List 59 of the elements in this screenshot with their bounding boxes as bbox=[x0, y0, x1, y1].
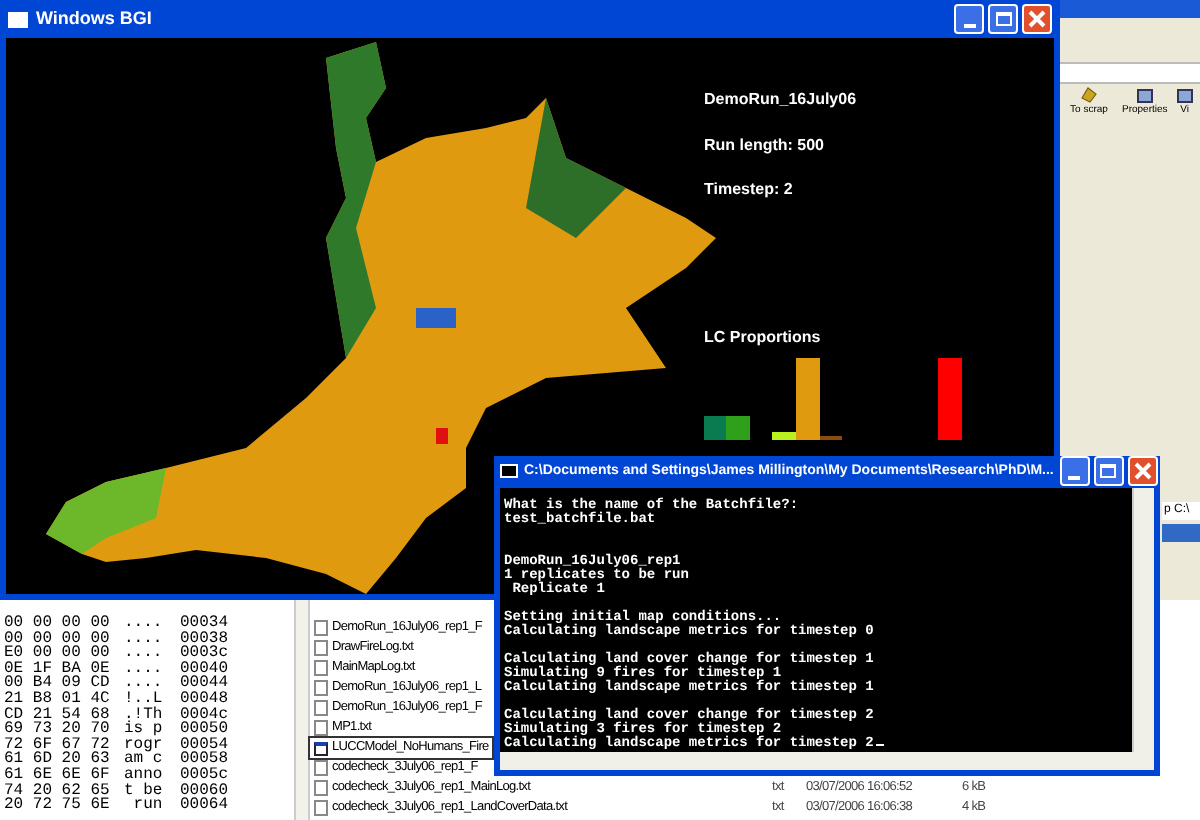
hex-offset: 00040 bbox=[180, 661, 229, 677]
hex-ascii: am c bbox=[124, 752, 165, 768]
hex-offset: 00050 bbox=[180, 722, 229, 738]
maximize-button[interactable] bbox=[1093, 456, 1124, 487]
hex-offset: 0003c bbox=[180, 646, 229, 662]
text-cursor bbox=[875, 743, 884, 746]
hex-offset: 00064 bbox=[180, 798, 229, 814]
timestep: Timestep: 2 bbox=[704, 178, 793, 202]
hex-ascii: is p bbox=[124, 722, 165, 738]
properties-icon bbox=[1175, 86, 1194, 104]
scrollbar[interactable] bbox=[1132, 487, 1154, 752]
hex-ascii: .... bbox=[124, 616, 165, 632]
hex-ascii: !..L bbox=[124, 691, 165, 708]
hex-bytes: 00 00 00 00 bbox=[4, 616, 112, 632]
chart-title: LC Proportions bbox=[704, 326, 821, 350]
hex-bytes: CD 21 54 68 bbox=[4, 707, 112, 723]
hex-bytes: 61 6D 20 63 bbox=[4, 752, 112, 768]
hex-bytes: 00 00 00 00 bbox=[4, 631, 112, 647]
close-button[interactable] bbox=[1127, 456, 1158, 487]
hex-bytes: E0 00 00 00 bbox=[4, 646, 112, 662]
hex-ascii: .... bbox=[124, 661, 165, 677]
close-button[interactable] bbox=[1022, 4, 1052, 34]
hex-ascii: rogr bbox=[124, 737, 165, 753]
maximize-button[interactable] bbox=[988, 4, 1018, 34]
hex-bytes: 0E 1F BA 0E bbox=[4, 661, 112, 677]
hex-bytes: 20 72 75 6E bbox=[4, 798, 112, 814]
window-icon bbox=[8, 11, 28, 27]
hex-bytes: 00 B4 09 CD bbox=[4, 676, 112, 692]
hex-bytes: 72 6F 67 72 bbox=[4, 737, 112, 753]
selection-bar bbox=[1162, 524, 1200, 542]
bar-drawing bbox=[938, 358, 962, 440]
window-title: Windows BGI bbox=[36, 5, 154, 32]
minimize-button[interactable] bbox=[1059, 456, 1090, 487]
hex-offset: 00058 bbox=[180, 752, 229, 768]
hex-offset: 00044 bbox=[180, 676, 229, 692]
run-length: Run length: 500 bbox=[704, 134, 825, 158]
hex-bytes: 69 73 20 70 bbox=[4, 722, 112, 738]
hex-offset: 00060 bbox=[180, 783, 229, 799]
hex-offset: 00048 bbox=[180, 691, 229, 708]
properties-icon bbox=[1135, 86, 1154, 104]
hex-offset: 00054 bbox=[180, 737, 229, 753]
scrollbar[interactable] bbox=[294, 600, 310, 820]
hex-ascii: .... bbox=[124, 631, 165, 647]
hex-offset: 0005c bbox=[180, 767, 229, 784]
hex-ascii: t be bbox=[124, 783, 165, 799]
minimize-button[interactable] bbox=[954, 4, 984, 34]
hex-offset: 00034 bbox=[180, 616, 229, 632]
hex-offset: 00038 bbox=[180, 631, 229, 647]
hex-ascii: run bbox=[131, 798, 165, 814]
hex-offset: 0004c bbox=[180, 707, 229, 723]
hex-bytes: 74 20 62 65 bbox=[4, 783, 112, 799]
hex-ascii: .... bbox=[124, 646, 165, 662]
run-name: DemoRun_16July06 bbox=[704, 88, 857, 112]
hex-ascii: .!Th bbox=[124, 707, 165, 723]
hex-bytes: 61 6E 6E 6F bbox=[4, 767, 112, 784]
hex-ascii: anno bbox=[124, 767, 165, 784]
hex-ascii: .... bbox=[124, 676, 165, 692]
hex-bytes: 21 B8 01 4C bbox=[4, 691, 112, 708]
console-icon bbox=[500, 464, 518, 479]
